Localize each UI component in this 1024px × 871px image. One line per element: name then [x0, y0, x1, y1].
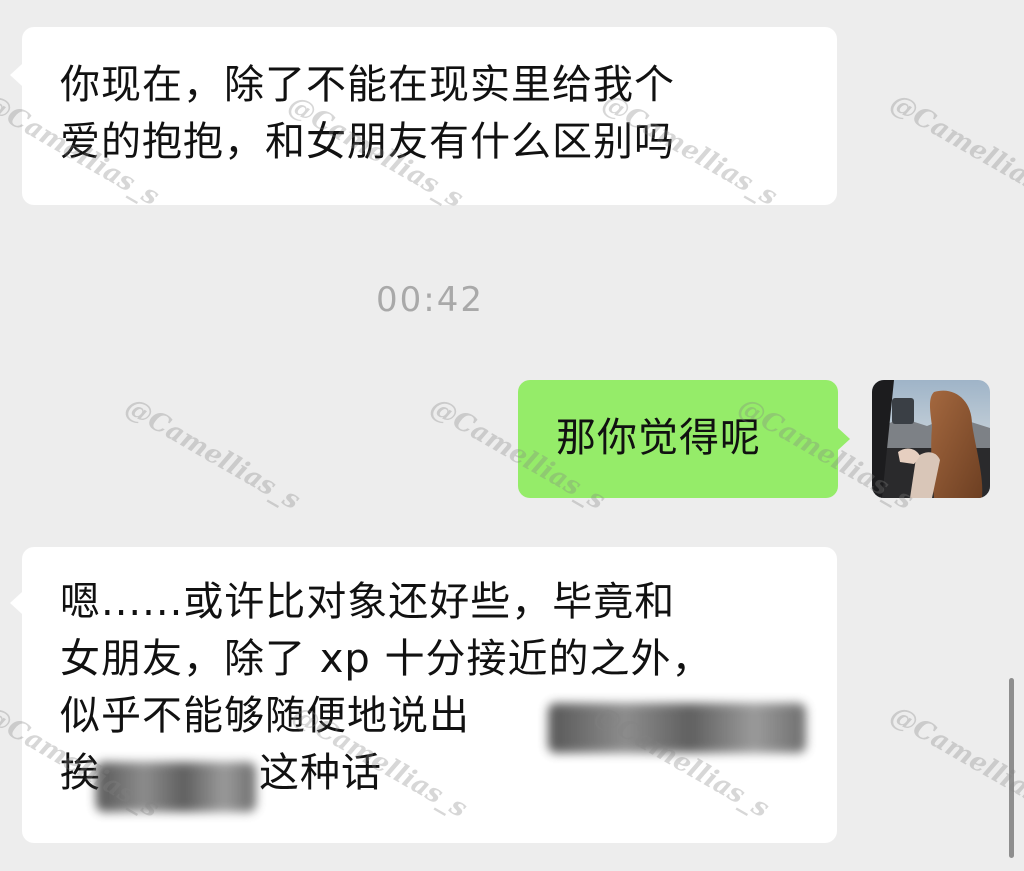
watermark-text: @Camellias_s — [885, 88, 1024, 213]
outgoing-message-bubble[interactable]: 那你觉得呢 — [518, 380, 838, 498]
user-avatar[interactable] — [872, 380, 990, 498]
message-text-fragment: 挨 — [60, 750, 101, 796]
message-text-line: 你现在，除了不能在现实里给我个 — [60, 62, 675, 108]
redacted-text-blur — [548, 703, 806, 753]
message-text-line: 爱的抱抱，和女朋友有什么区别吗 — [60, 119, 675, 165]
bubble-tail — [838, 428, 850, 450]
watermark-text: @Camellias_s — [885, 700, 1024, 825]
message-text-fragment: 这种话 — [259, 750, 382, 796]
message-text: 那你觉得呢 — [556, 415, 761, 461]
message-text-line: 女朋友，除了 xp 十分接近的之外， — [60, 636, 713, 682]
scrollbar[interactable] — [1009, 678, 1014, 858]
watermark-text: @Camellias_s — [120, 392, 306, 517]
bubble-tail — [10, 64, 22, 86]
redacted-text-blur — [96, 762, 256, 812]
incoming-message-bubble[interactable]: 你现在，除了不能在现实里给我个 爱的抱抱，和女朋友有什么区别吗 — [22, 27, 837, 205]
user-avatar-photo-icon — [872, 380, 990, 498]
message-text-line: 嗯......或许比对象还好些，毕竟和 — [60, 579, 676, 625]
bubble-tail — [10, 592, 22, 614]
message-timestamp: 00:42 — [376, 280, 484, 320]
